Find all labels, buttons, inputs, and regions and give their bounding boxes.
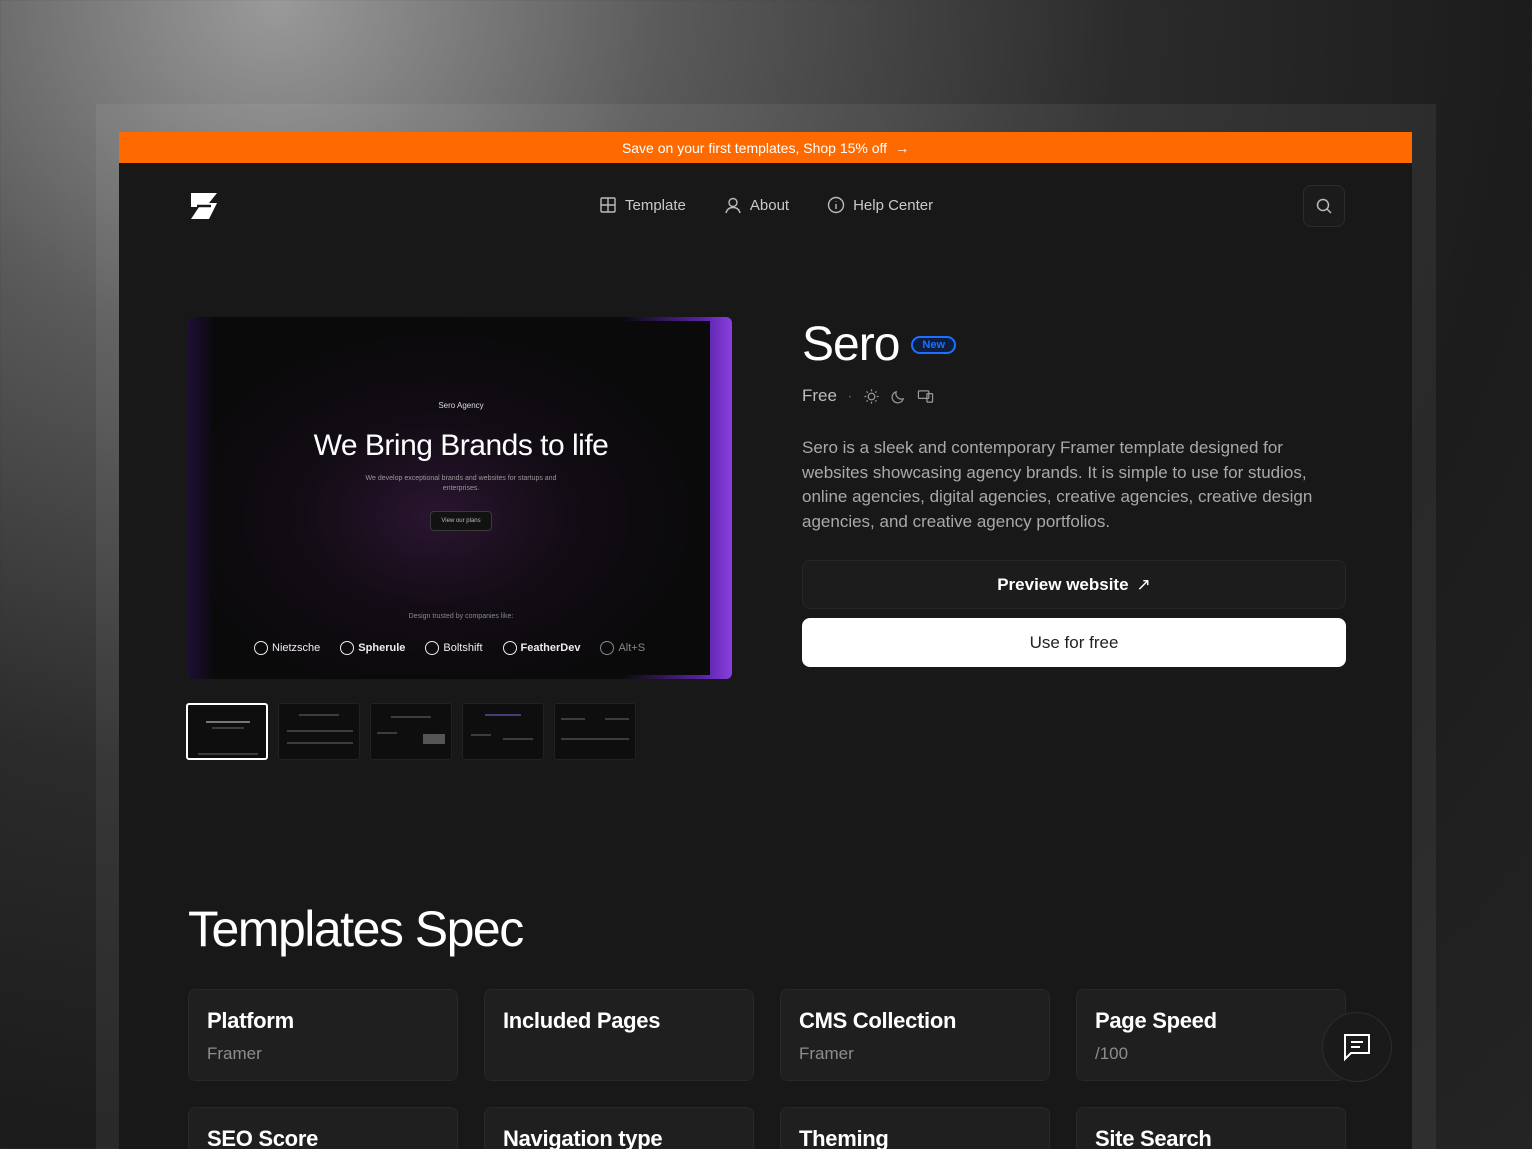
preview-trusted-text: Design trusted by companies like: [408, 613, 514, 620]
grid-icon [600, 197, 616, 213]
nav-item-label: Template [625, 196, 686, 214]
chat-button[interactable] [1322, 1012, 1392, 1082]
thumbnail-3[interactable] [370, 703, 452, 760]
search-button[interactable] [1303, 185, 1345, 227]
spec-label: SEO Score [207, 1126, 319, 1149]
spec-card-theming: Theming [780, 1107, 1050, 1149]
preview-website-button[interactable]: Preview website ↗ [802, 560, 1346, 609]
preview-subtext: We develop exceptional brands and websit… [365, 475, 557, 492]
spec-section-title: Templates Spec [188, 901, 524, 957]
template-preview-image[interactable]: Sero Agency We Bring Brands to life We d… [188, 317, 732, 679]
external-link-icon: ↗ [1136, 574, 1151, 594]
nav-links: Template About Help Center [599, 196, 933, 214]
spec-label: Page Speed [1095, 1008, 1217, 1033]
spec-card-platform: Platform Framer [188, 989, 458, 1081]
spec-card-included-pages: Included Pages [484, 989, 754, 1081]
moon-icon [891, 390, 904, 403]
preview-logo: Spherule [340, 641, 405, 655]
navbar: Template About Help Center [119, 163, 1412, 249]
spec-label: Site Search [1095, 1126, 1212, 1149]
preview-logo: FeatherDev [502, 641, 580, 655]
thumbnail-5[interactable] [554, 703, 636, 760]
nav-item-label: About [749, 196, 790, 214]
search-icon [1316, 198, 1332, 214]
spec-label: Platform [207, 1008, 294, 1033]
info-icon [827, 196, 845, 214]
user-icon [725, 197, 741, 214]
preview-logo-row: Nietzsche Spherule Boltshift FeatherDev … [254, 641, 710, 655]
spec-value: /100 [1095, 1044, 1129, 1063]
spec-label: CMS Collection [799, 1008, 957, 1033]
spec-label: Theming [799, 1126, 889, 1149]
use-for-free-button[interactable]: Use for free [802, 618, 1346, 667]
preview-cta: View our plans [430, 511, 492, 531]
thumbnail-1[interactable] [186, 703, 268, 760]
promo-banner[interactable]: Save on your first templates, Shop 15% o… [119, 132, 1412, 163]
arrow-right-icon: → [895, 139, 910, 156]
price-label: Free [802, 386, 837, 405]
spec-card-seo-score: SEO Score [188, 1107, 458, 1149]
promo-text: Save on your first templates, Shop 15% o… [621, 139, 888, 156]
nav-item-about[interactable]: About [724, 196, 789, 214]
spec-grid: Platform Framer Included Pages CMS Colle… [188, 989, 1346, 1149]
preview-logo: Boltshift [425, 641, 483, 655]
page: Save on your first templates, Shop 15% o… [119, 132, 1412, 1149]
template-title: Sero [802, 318, 900, 371]
title-row: Sero New [802, 317, 1346, 372]
chat-icon [1344, 1034, 1370, 1062]
new-badge: New [911, 335, 957, 354]
spec-card-site-search: Site Search [1076, 1107, 1346, 1149]
preview-brand: Sero Agency [438, 401, 484, 410]
preview-logo: Alt+S [600, 641, 645, 655]
sun-icon [864, 388, 879, 404]
nav-item-label: Help Center [853, 196, 934, 214]
spec-card-navigation-type: Navigation type [484, 1107, 754, 1149]
spec-label: Included Pages [503, 1008, 661, 1033]
spec-card-page-speed: Page Speed /100 [1076, 989, 1346, 1081]
logo-icon[interactable] [187, 189, 221, 223]
thumbnail-strip [186, 703, 636, 760]
responsive-devices-icon [917, 389, 933, 403]
thumbnail-2[interactable] [278, 703, 360, 760]
template-description: Sero is a sleek and contemporary Framer … [802, 438, 1313, 531]
preview-headline: We Bring Brands to life [313, 429, 609, 462]
template-details: Sero New Free · Sero is a sleek and cont… [802, 317, 1346, 667]
thumbnail-4[interactable] [462, 703, 544, 760]
spec-card-cms-collection: CMS Collection Framer [780, 989, 1050, 1081]
spec-label: Navigation type [503, 1126, 663, 1149]
preview-website-label: Preview website [997, 574, 1129, 594]
spec-value: Framer [207, 1044, 262, 1063]
meta-row: Free · [802, 386, 1346, 406]
separator: · [846, 386, 853, 405]
preview-logo: Nietzsche [254, 641, 320, 655]
nav-item-help-center[interactable]: Help Center [827, 196, 933, 214]
preview-screen: Sero Agency We Bring Brands to life We d… [212, 321, 710, 675]
spec-value: Framer [799, 1044, 854, 1063]
nav-item-template[interactable]: Template [599, 196, 686, 214]
